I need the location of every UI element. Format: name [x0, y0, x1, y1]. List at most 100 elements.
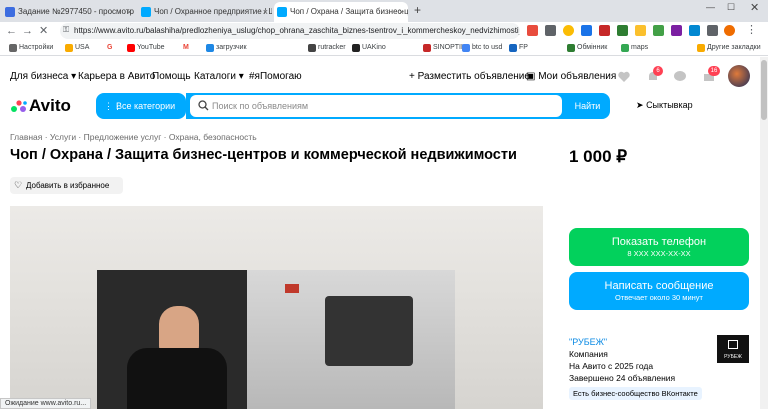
link-help[interactable]: Помощь [152, 71, 191, 82]
breadcrumb: Главная · Услуги · Предложение услуг · О… [10, 132, 257, 142]
listing-photo[interactable] [10, 206, 543, 409]
photo-image [97, 270, 455, 409]
tab-label: Чоп / Охранное предприятие / Ш [154, 7, 272, 16]
vk-community-badge[interactable]: Есть бизнес-сообщество ВКонтакте [569, 387, 702, 400]
back-icon[interactable]: ← [6, 23, 17, 39]
ltc-extension-icon[interactable] [653, 25, 664, 36]
bookmark-btc[interactable]: btc to usd [461, 40, 502, 56]
extension-icon[interactable] [671, 25, 682, 36]
extension-icon[interactable] [617, 25, 628, 36]
seller-logo[interactable]: РУБЕЖ [717, 335, 749, 363]
seller-name[interactable]: "РУБЕЖ" [569, 337, 607, 347]
bookmark-loader[interactable]: загрузчик [205, 40, 247, 56]
breadcrumb-security[interactable]: Охрана, безопасность [169, 132, 257, 142]
tab-task[interactable]: Задание №2977450 - просмотр з × [2, 2, 136, 22]
new-tab-button[interactable]: + [414, 3, 421, 17]
minimize-button[interactable]: — [706, 2, 715, 12]
close-window-button[interactable]: ✕ [750, 1, 759, 14]
puzzle-icon[interactable] [707, 25, 718, 36]
plus-icon: + [409, 71, 415, 82]
extension-icon[interactable] [527, 25, 538, 36]
browser-tab-bar: Задание №2977450 - просмотр з × Чоп / Ох… [0, 0, 768, 22]
price: 1 000 ₽ [569, 147, 628, 166]
sp-icon [5, 7, 15, 17]
search-button[interactable]: Найти [565, 93, 610, 119]
folder-icon [65, 44, 73, 52]
forward-icon[interactable]: → [22, 23, 33, 39]
search-input[interactable] [190, 95, 562, 117]
avito-icon [141, 7, 151, 17]
folder-icon [697, 44, 705, 52]
my-ads-link[interactable]: ▣ Мои объявления [526, 71, 616, 82]
youtube-icon [127, 44, 135, 52]
write-message-button[interactable]: Написать сообщение Отвечает около 30 мин… [569, 272, 749, 310]
rutracker-icon [308, 44, 316, 52]
menu-icon[interactable]: ⋮ [746, 23, 757, 36]
search-icon [198, 100, 209, 111]
show-phone-button[interactable]: Показать телефон 8 XXX XXX-XX-XX [569, 228, 749, 266]
uakino-icon [352, 44, 360, 52]
bookmarks-bar: Настройки USA G YouTube M загрузчик rutr… [0, 40, 768, 56]
seller-since: На Авито с 2025 года [569, 361, 654, 371]
chat-icon[interactable] [673, 70, 687, 84]
tab-avito-active[interactable]: Чоп / Охрана / Защита бизнес-ц × [274, 2, 408, 22]
seller-type: Компания [569, 349, 608, 359]
close-icon[interactable]: × [127, 2, 132, 22]
tab-label: Задание №2977450 - просмотр з [18, 7, 136, 16]
page-title: Чоп / Охрана / Защита бизнес-центров и к… [10, 147, 517, 163]
bookmark-uakino[interactable]: UAKino [351, 40, 386, 56]
breadcrumb-home[interactable]: Главная [10, 132, 42, 142]
bookmark-fp[interactable]: FP [508, 40, 528, 56]
profile-avatar[interactable] [724, 25, 735, 36]
stop-icon[interactable]: ✕ [39, 23, 48, 39]
avito-icon [277, 7, 287, 17]
close-icon[interactable]: × [263, 2, 268, 22]
link-career[interactable]: Карьера в Авито [78, 71, 155, 82]
bookmark-sinoptik[interactable]: SINOPTIK [422, 40, 466, 56]
extension-icon[interactable] [599, 25, 610, 36]
star-icon[interactable] [563, 25, 574, 36]
bookmark-settings[interactable]: Настройки [8, 40, 53, 56]
all-categories-button[interactable]: ⋮⋮ Все категории [96, 93, 186, 119]
close-icon[interactable]: × [399, 2, 404, 22]
seller-completed[interactable]: Завершено 24 объявления [569, 373, 675, 383]
fp-icon [509, 44, 517, 52]
address-bar[interactable]: https://www.avito.ru/balashiha/predlozhe… [60, 23, 520, 39]
bookmark-usa[interactable]: USA [64, 40, 89, 56]
link-help-tag[interactable]: #яПомогаю [249, 71, 302, 82]
tab-label: Чоп / Охрана / Защита бизнес-ц [290, 7, 408, 16]
status-bar: Ожидание www.avito.ru... [0, 398, 92, 409]
breadcrumb-services[interactable]: Услуги [50, 132, 76, 142]
bookmark-exchanger[interactable]: Обмінник [566, 40, 607, 56]
maximize-button[interactable]: ☐ [727, 2, 735, 13]
extension-icon[interactable] [689, 25, 700, 36]
google-icon [462, 44, 470, 52]
download-icon [206, 44, 214, 52]
link-business[interactable]: Для бизнеса ▾ [10, 71, 76, 82]
maps-icon [621, 44, 629, 52]
avito-logo[interactable]: Avito [29, 96, 71, 116]
link-catalogs[interactable]: Каталоги ▾ [194, 71, 244, 82]
heart-icon[interactable] [617, 70, 631, 84]
bookmark-maps[interactable]: maps [620, 40, 648, 56]
bookmark-youtube[interactable]: YouTube [126, 40, 165, 56]
post-ad-link[interactable]: + Разместить объявление [409, 71, 530, 82]
share-icon[interactable] [545, 25, 556, 36]
bookmark-g[interactable]: G [96, 40, 112, 56]
tab-avito-1[interactable]: Чоп / Охранное предприятие / Ш × [138, 2, 272, 22]
grid-icon: ⋮⋮ [104, 101, 122, 111]
add-favorite-button[interactable]: ♡ Добавить в избранное [10, 177, 123, 194]
extension-icon[interactable] [635, 25, 646, 36]
notification-badge: 6 [653, 66, 663, 76]
scroll-thumb[interactable] [761, 60, 767, 120]
extension-icon[interactable] [581, 25, 592, 36]
location-selector[interactable]: ➤ Сыктывкар [636, 100, 693, 111]
location-arrow-icon: ➤ [636, 100, 644, 110]
avatar[interactable] [728, 65, 750, 87]
breadcrumb-offers[interactable]: Предложение услуг [84, 132, 162, 142]
bookmark-rutracker[interactable]: rutracker [307, 40, 346, 56]
exchanger-icon [567, 44, 575, 52]
lock-icon: ⚿ [63, 25, 70, 34]
bookmark-gmail[interactable]: M [172, 40, 189, 56]
bookmark-other[interactable]: Другие закладки [696, 40, 761, 56]
